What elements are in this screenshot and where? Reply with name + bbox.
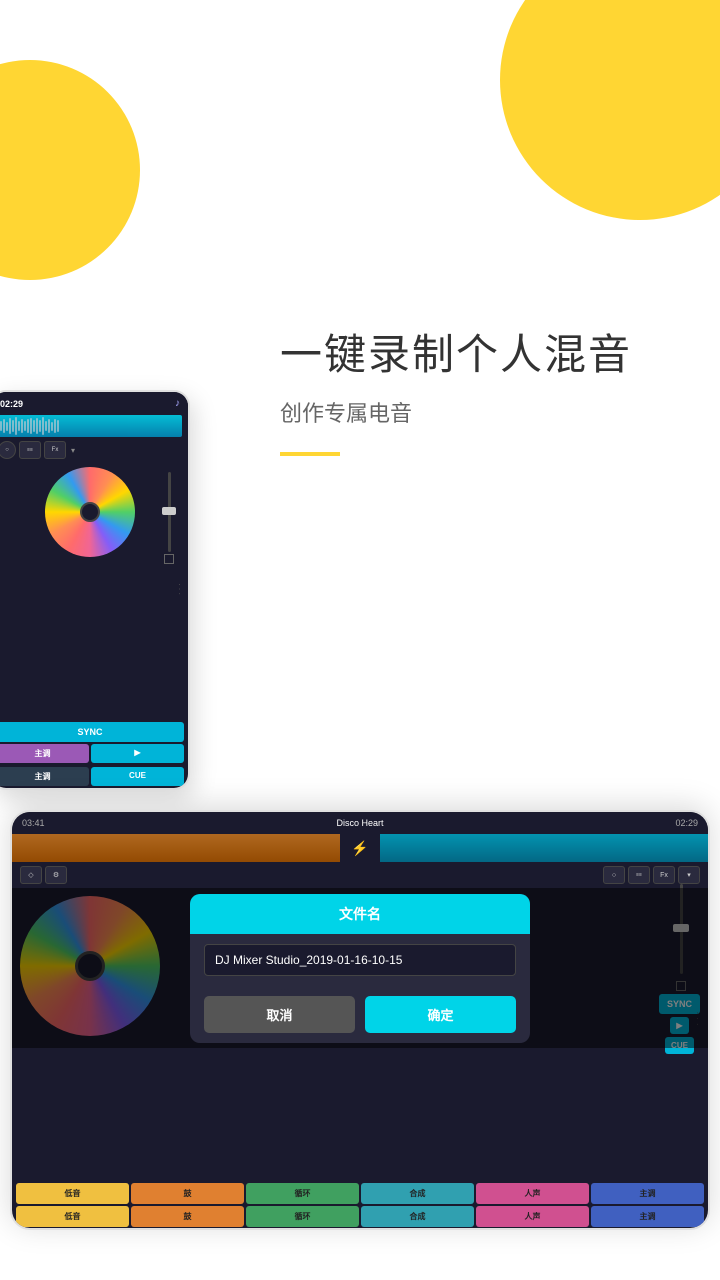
dialog-confirm-button[interactable]: 确定: [365, 996, 516, 1033]
pad-rensheng-1[interactable]: 人声: [476, 1183, 589, 1204]
main-title: 一键录制个人混音: [280, 330, 680, 380]
sync-button-top[interactable]: SYNC: [0, 722, 184, 742]
dialog-cancel-button[interactable]: 取消: [204, 996, 355, 1033]
heartbeat-icon: ⚡: [351, 840, 368, 857]
blob-top-left: [0, 60, 140, 280]
dj-top-bar: 02:29 ♪: [0, 392, 188, 415]
dialog-buttons: 取消 确定: [190, 986, 530, 1043]
tablet-top: 02:29 ♪: [0, 390, 190, 790]
bottom-btns-top: SYNC 主调 ▶ 主调 CUE: [0, 722, 188, 788]
dialog-input-area: DJ Mixer Studio_2019-01-16-10-15: [190, 934, 530, 986]
pad-gu-2[interactable]: 鼓: [131, 1206, 244, 1227]
btn-row-2-top: 主调 CUE: [0, 765, 188, 788]
music-note-icon: ♪: [175, 398, 180, 409]
controls-row-top: ○ ≡≡ Fx ▾: [0, 437, 188, 463]
dialog-input-field[interactable]: DJ Mixer Studio_2019-01-16-10-15: [204, 944, 516, 976]
zhu-btn-2-top[interactable]: 主调: [0, 767, 89, 786]
yellow-divider: [280, 452, 340, 456]
btm-main-area: 文件名 DJ Mixer Studio_2019-01-16-10-15 取消 …: [12, 888, 708, 1048]
waveform-top: [0, 415, 182, 437]
diamond-btn[interactable]: ◇: [20, 866, 42, 884]
btm-ctrl-left: ◇ ⚙: [20, 866, 67, 884]
fader-handle-top[interactable]: [162, 507, 176, 515]
heartbeat-center: ⚡: [340, 834, 380, 862]
chevron-down-icon: ▾: [69, 444, 77, 457]
waveform-right-bottom: [380, 834, 708, 862]
waveform-bars: [0, 415, 182, 437]
handle-dots-top: ···: [175, 583, 184, 597]
blob-top-right: [500, 0, 720, 220]
pad-row-2: 低音 鼓 循环 合成 人声 主调: [12, 1205, 708, 1228]
btm-eq-btn[interactable]: ≡≡: [628, 866, 650, 884]
tablet-bottom: 03:41 Disco Heart 02:29 ⚡ ◇ ⚙ ○ ≡≡ Fx ▾: [10, 810, 710, 1230]
zhu-btn-1-top[interactable]: 主调: [0, 744, 89, 763]
time-display-top: 02:29: [0, 399, 23, 409]
turntable-center-top: [80, 502, 100, 522]
pad-gu-1[interactable]: 鼓: [131, 1183, 244, 1204]
btn-row-1-top: 主调 ▶: [0, 742, 188, 765]
pad-rensheng-2[interactable]: 人声: [476, 1206, 589, 1227]
cue-btn-top[interactable]: CUE: [91, 767, 184, 786]
pad-row-1: 低音 鼓 循环 合成 人声 主调: [12, 1182, 708, 1205]
tablet-top-screen: 02:29 ♪: [0, 392, 188, 788]
pad-xunhuan-1[interactable]: 循环: [246, 1183, 359, 1204]
tablet-bottom-screen: 03:41 Disco Heart 02:29 ⚡ ◇ ⚙ ○ ≡≡ Fx ▾: [12, 812, 708, 1228]
btm-song-name: Disco Heart: [336, 818, 383, 828]
btm-time-right: 02:29: [675, 818, 698, 828]
btm-controls-row: ◇ ⚙ ○ ≡≡ Fx ▾: [12, 862, 708, 888]
pad-zhudiao-1[interactable]: 主调: [591, 1183, 704, 1204]
pad-xunhuan-2[interactable]: 循环: [246, 1206, 359, 1227]
square-btn-top[interactable]: [164, 554, 174, 564]
pad-diyin-1[interactable]: 低音: [16, 1183, 129, 1204]
btm-top-bar: 03:41 Disco Heart 02:29: [12, 812, 708, 834]
fx-btn[interactable]: Fx: [44, 441, 66, 459]
btm-circle-btn[interactable]: ○: [603, 866, 625, 884]
pad-hecheng-1[interactable]: 合成: [361, 1183, 474, 1204]
eq-btn[interactable]: ≡≡: [19, 441, 41, 459]
pad-section: 低音 鼓 循环 合成 人声 主调 低音 鼓 循环 合成 人声 主调: [12, 1182, 708, 1228]
dialog-box: 文件名 DJ Mixer Studio_2019-01-16-10-15 取消 …: [190, 894, 530, 1043]
dialog-title: 文件名: [190, 894, 530, 934]
sub-title: 创作专属电音: [280, 396, 680, 428]
pad-diyin-2[interactable]: 低音: [16, 1206, 129, 1227]
pitch-fader-top: [164, 472, 174, 564]
pad-hecheng-2[interactable]: 合成: [361, 1206, 474, 1227]
play-btn-top[interactable]: ▶: [91, 744, 184, 763]
gear-btn[interactable]: ⚙: [45, 866, 67, 884]
waveforms-row-bottom: ⚡: [12, 834, 708, 862]
turntable-top: [45, 467, 135, 557]
fader-track-top: [168, 472, 171, 552]
pad-zhudiao-2[interactable]: 主调: [591, 1206, 704, 1227]
btm-time-left: 03:41: [22, 818, 45, 828]
waveform-left-bottom: [12, 834, 340, 862]
circle-btn[interactable]: ○: [0, 441, 16, 459]
dialog-overlay: 文件名 DJ Mixer Studio_2019-01-16-10-15 取消 …: [12, 888, 708, 1048]
